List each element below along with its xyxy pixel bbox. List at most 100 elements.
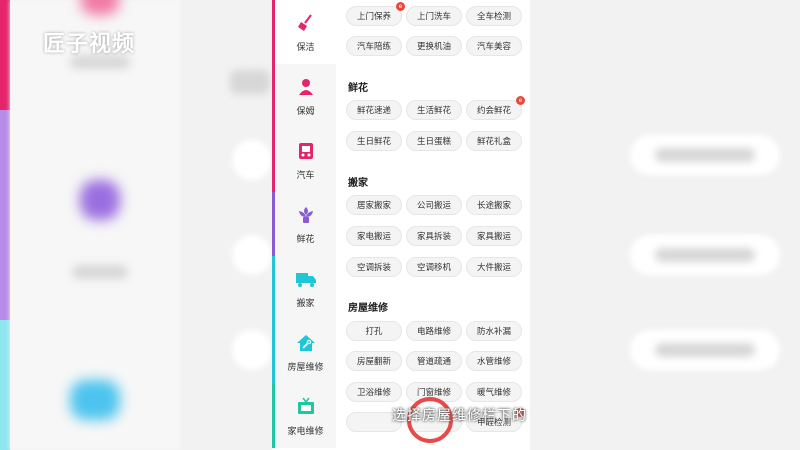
chip-label: 家具拆装 (416, 232, 451, 242)
service-chip[interactable]: 空调拆装 (346, 257, 402, 277)
chip-label: 全车检测 (476, 12, 511, 22)
service-chip[interactable]: 电路维修 (406, 321, 462, 341)
chip-label: 家电搬运 (356, 232, 391, 242)
chip-label: 暖气维修 (476, 388, 511, 398)
sidebar-item-cleaning[interactable]: 保洁 (272, 0, 336, 64)
chip-label: 电路维修 (416, 327, 451, 337)
service-chip[interactable]: 家电搬运 (346, 226, 402, 246)
chip-label: 生日蛋糕 (416, 137, 451, 147)
chip-label: 鲜花礼盒 (476, 137, 511, 147)
chip-label: 门窗维修 (416, 388, 451, 398)
chip-label: 长途搬家 (476, 201, 511, 211)
chip-label: 空调移机 (416, 263, 451, 273)
sidebar-item-label: 搬家 (296, 298, 315, 309)
chip-label: 房屋翻新 (356, 357, 391, 367)
service-chip[interactable]: 家具拆装 (406, 226, 462, 246)
service-chip[interactable]: 鲜花速递 (346, 100, 402, 120)
house-repair-icon (295, 332, 317, 354)
service-chip[interactable]: 打孔 (346, 321, 402, 341)
bg-label (72, 265, 128, 279)
service-chip[interactable]: 卫浴维修 (346, 382, 402, 402)
chip-label: 大件搬运 (476, 263, 511, 273)
service-chip[interactable]: 长途搬家 (466, 195, 522, 215)
chip-label: 上门洗车 (416, 12, 451, 22)
service-list: 上门保养 e 上门洗车 全车检测 汽车陪练 更换机油 汽车美容 鲜花 鲜花速递 生… (336, 0, 530, 450)
bg-sidebar (10, 0, 180, 450)
service-category-panel: 保洁 保姆 汽车 鲜花 搬家 房屋维修 家电维修 上门保养 e 上门洗车 全车检… (272, 0, 530, 450)
sidebar-item-car[interactable]: 汽车 (272, 128, 336, 192)
bg-label (655, 148, 755, 162)
service-chip[interactable]: 防水补漏 (466, 321, 522, 341)
chip-label: 生日鲜花 (356, 137, 391, 147)
service-chip[interactable]: 汽车陪练 (346, 36, 402, 56)
chip-label: 鲜花速递 (356, 106, 391, 116)
bg-chip (232, 235, 272, 275)
chip-label: 约会鲜花 (476, 106, 511, 116)
sidebar-item-label: 汽车 (296, 170, 315, 181)
service-chip[interactable]: 生日鲜花 (346, 131, 402, 151)
service-chip[interactable]: 大件搬运 (466, 257, 522, 277)
bg-accent-strip (0, 0, 10, 110)
service-chip[interactable]: 水管维修 (466, 351, 522, 371)
service-chip[interactable]: 家具搬运 (466, 226, 522, 246)
chip-label: 水管维修 (476, 357, 511, 367)
service-chip[interactable]: 居家搬家 (346, 195, 402, 215)
chip-label: 汽车陪练 (356, 42, 391, 52)
bg-icon (80, 180, 120, 220)
sidebar-item-label: 鲜花 (296, 234, 315, 245)
service-chip[interactable]: 空调移机 (406, 257, 462, 277)
service-chip[interactable]: 上门保养 e (346, 2, 405, 26)
sidebar-item-moving[interactable]: 搬家 (272, 256, 336, 320)
hot-badge: e (396, 2, 405, 11)
service-chip[interactable]: 暖气维修 (466, 382, 522, 402)
bg-chip (232, 330, 272, 370)
bg-icon (80, 0, 120, 15)
chip-label: 空调拆装 (356, 263, 391, 273)
category-sidebar: 保洁 保姆 汽车 鲜花 搬家 房屋维修 家电维修 (272, 0, 336, 450)
truck-icon (295, 268, 317, 290)
chip-label: 家具搬运 (476, 232, 511, 242)
service-chip[interactable]: 汽车美容 (466, 36, 522, 56)
video-watermark: 匠子视频 (43, 32, 136, 57)
section-title-flowers: 鲜花 (348, 83, 368, 94)
sidebar-item-label: 保姆 (296, 106, 315, 117)
service-chip[interactable]: 房屋翻新 (346, 351, 402, 371)
chip-label: 居家搬家 (356, 201, 391, 211)
bg-label (655, 343, 755, 357)
sidebar-item-label: 家电维修 (287, 426, 324, 437)
service-chip[interactable]: 公司搬运 (406, 195, 462, 215)
section-title-moving: 搬家 (348, 178, 368, 189)
sidebar-item-label: 房屋维修 (287, 362, 324, 373)
tv-icon (295, 396, 317, 418)
broom-icon (295, 12, 317, 34)
sidebar-item-house-repair[interactable]: 房屋维修 (272, 320, 336, 384)
service-chip[interactable]: 管道疏通 (406, 351, 462, 371)
section-title-house-repair: 房屋维修 (348, 303, 388, 314)
bg-accent-strip (0, 110, 10, 320)
bg-chip (232, 140, 272, 180)
sidebar-item-nanny[interactable]: 保姆 (272, 64, 336, 128)
car-icon (295, 140, 317, 162)
service-chip[interactable]: 生日蛋糕 (406, 131, 462, 151)
chip-label: 公司搬运 (416, 201, 451, 211)
service-chip[interactable]: 约会鲜花 e (466, 96, 525, 120)
bg-accent-strip (0, 320, 10, 450)
bg-heading (230, 70, 270, 94)
flower-icon (295, 204, 317, 226)
chip-label: 生活鲜花 (416, 106, 451, 116)
chip-label: 汽车美容 (476, 42, 511, 52)
sidebar-item-appliance-repair[interactable]: 家电维修 (272, 384, 336, 448)
bg-icon (70, 380, 120, 420)
chip-label: 更换机油 (416, 42, 451, 52)
chip-label: 管道疏通 (416, 357, 451, 367)
service-chip[interactable]: 鲜花礼盒 (466, 131, 522, 151)
service-chip[interactable]: 全车检测 (466, 6, 522, 26)
service-chip[interactable]: 上门洗车 (406, 6, 462, 26)
sidebar-item-label: 保洁 (296, 42, 315, 53)
chip-label: 防水补漏 (476, 327, 511, 337)
service-chip[interactable]: 生活鲜花 (406, 100, 462, 120)
sidebar-item-flowers[interactable]: 鲜花 (272, 192, 336, 256)
video-subtitle: 选择房屋维修栏下的 (392, 408, 527, 424)
chip-label: 上门保养 (356, 12, 391, 22)
service-chip[interactable]: 更换机油 (406, 36, 462, 56)
